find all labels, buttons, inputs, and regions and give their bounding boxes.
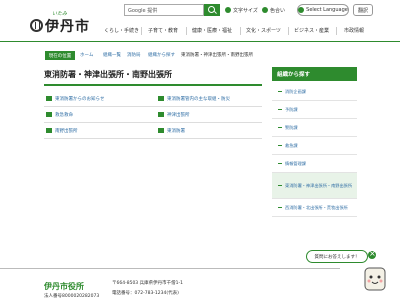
page-icon [46, 112, 52, 117]
sidebar-item-ambulance[interactable]: 救急課 [272, 137, 357, 155]
breadcrumb-org-search[interactable]: 組織から探す [148, 52, 175, 59]
city-emblem-icon [30, 19, 43, 32]
nav-health[interactable]: 健康・医療・福祉 [192, 27, 232, 35]
nav-divider [336, 27, 337, 35]
page-icon [46, 128, 52, 133]
text-size-icon [225, 7, 231, 13]
row-divider [44, 122, 262, 123]
breadcrumb-org-list[interactable]: 組織一覧 [103, 52, 121, 59]
nav-divider [141, 27, 142, 35]
page-icon [46, 96, 52, 101]
chat-bubble[interactable]: 質問にお答えします！ [306, 250, 368, 263]
list-item[interactable]: 神津出張所 [158, 111, 190, 118]
footer-tel: 電話番号：072-783-1234(代表) [112, 291, 179, 296]
nav-cityinfo[interactable]: 市政情報 [344, 27, 364, 35]
list-item[interactable]: 南野出張所 [46, 127, 78, 134]
nav-culture[interactable]: 文化・スポーツ [246, 27, 281, 35]
globe-icon [298, 7, 305, 13]
page-icon [158, 112, 164, 117]
title-underline [44, 84, 262, 86]
footer-corp-number: 法人番号8000020282073 [44, 294, 100, 299]
footer-org-name: 伊丹市役所 [44, 282, 84, 291]
nav-living[interactable]: くらし・手続き [104, 27, 139, 35]
row-divider [44, 138, 262, 139]
site-logo[interactable]: 伊丹市 [45, 16, 90, 36]
nav-childcare[interactable]: 子育て・教育 [148, 27, 178, 35]
color-link[interactable]: 色合い [262, 5, 285, 15]
list-item[interactable]: 東消防署 [158, 127, 185, 134]
sidebar-item-west-station[interactable]: 西消防署・北出張所・荒牧出張所 [272, 199, 357, 217]
list-item[interactable]: 救急救命 [46, 111, 73, 118]
footer-divider [0, 268, 340, 269]
list-item[interactable]: 東消防署管内の主な取組・防災 [158, 95, 230, 102]
font-size-link[interactable]: 文字サイズ [225, 5, 258, 15]
row-divider [44, 106, 262, 107]
breadcrumb-current: 東消防署・神津出張所・南野出張所 [181, 53, 253, 58]
sidebar-item-defense[interactable]: 警防課 [272, 119, 357, 137]
select-language-button[interactable]: Select Language [297, 4, 349, 16]
breadcrumb-label: 現在の位置 [45, 51, 75, 60]
search-button[interactable] [204, 4, 220, 16]
palette-icon [262, 7, 268, 13]
footer-address: 〒664-8503 兵庫県伊丹市千僧1-1 [112, 281, 183, 286]
sidebar-heading: 組織から探す [272, 67, 357, 81]
header-divider [0, 41, 400, 42]
mascot-icon[interactable] [360, 262, 390, 294]
nav-business[interactable]: ビジネス・産業 [294, 27, 329, 35]
nav-divider [186, 27, 187, 35]
nav-divider [288, 27, 289, 35]
list-item[interactable]: 東消防署からのお知らせ [46, 95, 104, 102]
nav-divider [240, 27, 241, 35]
sidebar-item-planning[interactable]: 消防企画課 [272, 83, 357, 101]
sidebar-item-prevention[interactable]: 予防課 [272, 101, 357, 119]
search-input[interactable]: Google 提供 [124, 4, 204, 16]
breadcrumb-home[interactable]: ホーム [80, 52, 93, 59]
page-title: 東消防署・神津出張所・南野出張所 [44, 70, 172, 79]
sidebar-item-info[interactable]: 情報管理課 [272, 155, 357, 173]
sidebar-item-east-station[interactable]: 東消防署・神津出張所・南野出張所 [272, 173, 357, 199]
page-icon [158, 96, 164, 101]
page-icon [158, 128, 164, 133]
breadcrumb-fire-dept[interactable]: 消防局 [127, 52, 141, 59]
close-icon[interactable] [368, 249, 376, 259]
translate-button[interactable]: 翻訳 [353, 4, 373, 16]
